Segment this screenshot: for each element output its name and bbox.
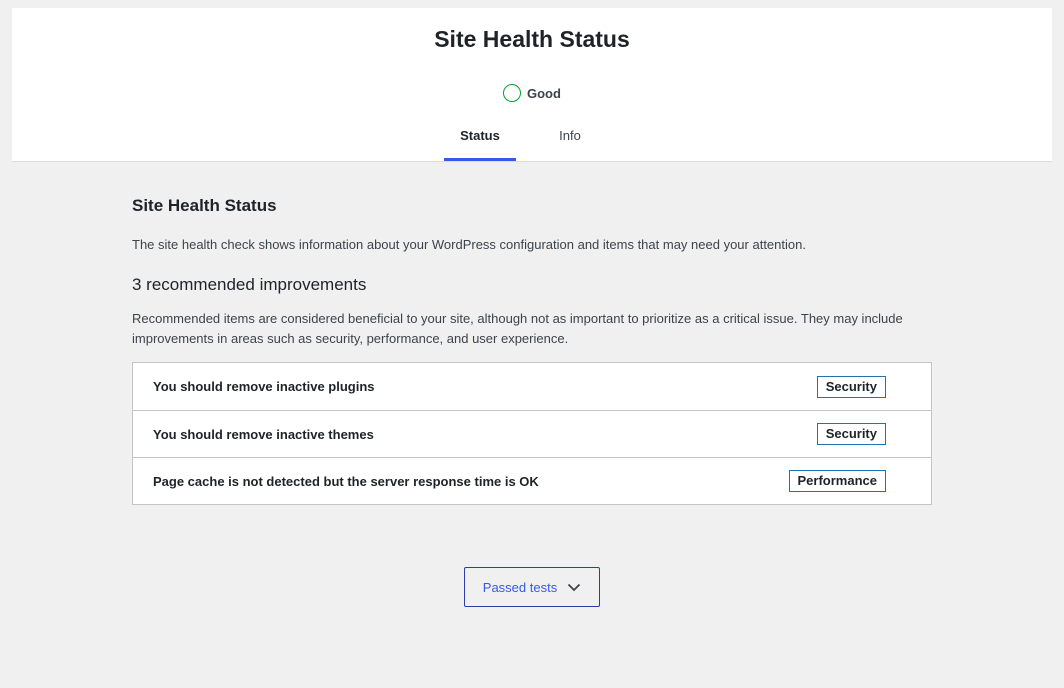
tab-info[interactable]: Info [540,116,600,161]
site-health-header: Site Health Status Good Status Info [12,8,1052,162]
tab-status[interactable]: Status [444,116,516,161]
health-status-circle-icon [503,84,521,102]
issue-row-page-cache[interactable]: Page cache is not detected but the serve… [133,457,931,504]
issues-list: You should remove inactive plugins Secur… [132,362,932,505]
issue-row-inactive-plugins[interactable]: You should remove inactive plugins Secur… [133,363,931,410]
issue-title: Page cache is not detected but the serve… [153,473,539,489]
issue-badge: Security [816,375,886,398]
improvements-heading: 3 recommended improvements [132,275,367,294]
improvements-description: Recommended items are considered benefic… [132,311,903,346]
site-health-content: Site Health Status The site health check… [132,196,932,505]
health-status-indicator: Good [503,83,561,103]
site-health-tabs: Status Info [444,116,600,161]
passed-tests-label: Passed tests [482,579,558,595]
chevron-down-icon [568,583,581,592]
passed-tests-button[interactable]: Passed tests [464,567,600,607]
section-heading: Site Health Status [132,196,277,215]
health-status-label: Good [527,85,561,101]
page-title: Site Health Status [434,26,630,52]
issue-title: You should remove inactive themes [153,426,374,442]
issue-row-inactive-themes[interactable]: You should remove inactive themes Securi… [133,410,931,457]
issue-badge: Performance [788,470,886,492]
issue-title: You should remove inactive plugins [153,379,375,394]
issue-badge: Security [816,423,886,445]
intro-text: The site health check shows information … [132,237,806,252]
